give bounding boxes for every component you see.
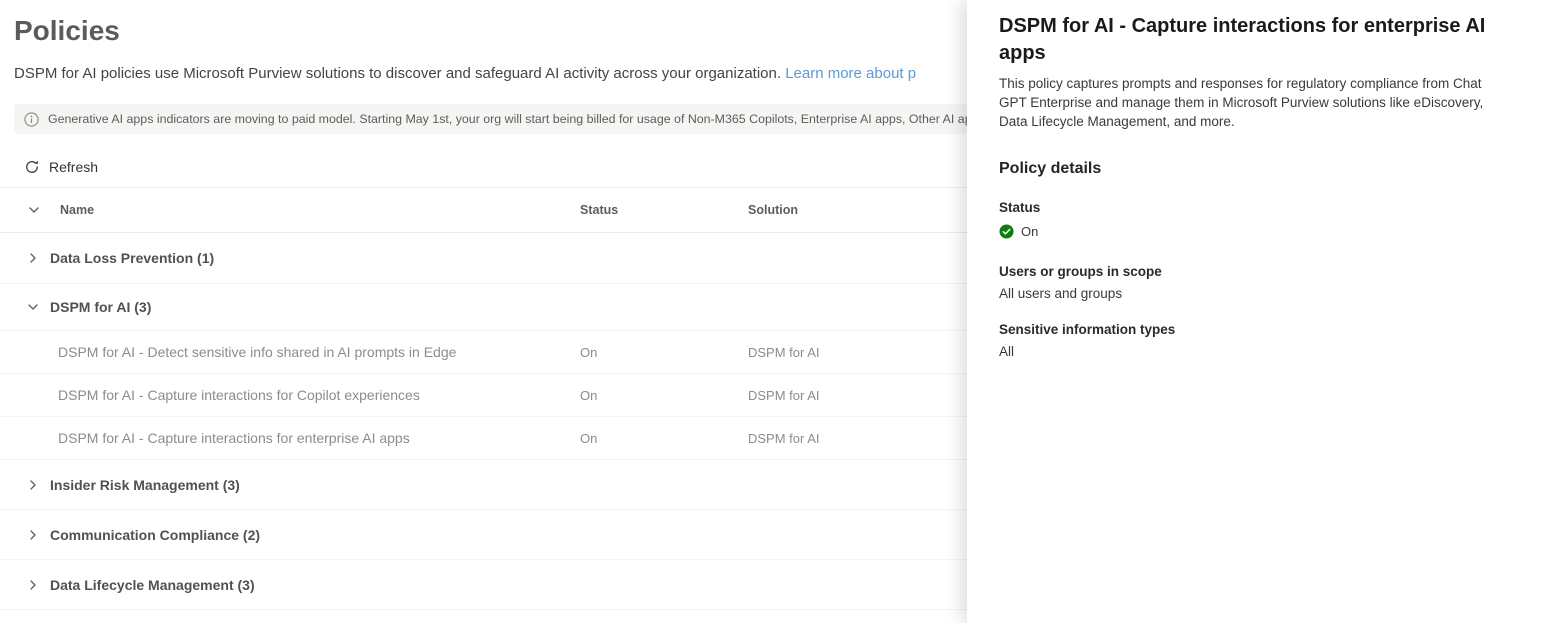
group-row-data-lifecycle-management[interactable]: Data Lifecycle Management (3) <box>0 560 967 610</box>
refresh-label: Refresh <box>49 159 99 175</box>
refresh-button[interactable]: Refresh <box>24 159 98 175</box>
policy-row-capture-enterprise-ai[interactable]: DSPM for AI - Capture interactions for e… <box>0 417 967 460</box>
policy-details-heading: Policy details <box>999 160 1102 177</box>
status-value: On <box>1021 224 1039 239</box>
status-label: Status <box>999 200 1041 215</box>
chevron-right-icon[interactable] <box>27 479 39 491</box>
chevron-down-icon[interactable] <box>28 204 40 216</box>
policy-solution: DSPM for AI <box>748 344 820 360</box>
group-row-dspm-for-ai[interactable]: DSPM for AI (3) <box>0 284 967 331</box>
group-label: Communication Compliance (2) <box>50 526 261 543</box>
policy-solution: DSPM for AI <box>748 430 820 446</box>
policies-page: Policies DSPM for AI policies use Micros… <box>0 0 1542 623</box>
panel-description: This policy captures prompts and respons… <box>999 76 1484 129</box>
policy-status: On <box>580 344 598 360</box>
sensitive-types-value: All <box>999 344 1015 359</box>
column-header-name[interactable]: Name <box>60 203 94 217</box>
policy-name: DSPM for AI - Capture interactions for e… <box>58 430 410 446</box>
group-row-insider-risk-management[interactable]: Insider Risk Management (3) <box>0 460 967 510</box>
column-header-status[interactable]: Status <box>580 203 618 217</box>
page-title: Policies <box>14 15 120 46</box>
policy-name: DSPM for AI - Detect sensitive info shar… <box>58 344 457 360</box>
policy-row-detect-sensitive-info[interactable]: DSPM for AI - Detect sensitive info shar… <box>0 331 967 374</box>
group-label: Data Loss Prevention (1) <box>50 250 215 266</box>
main-content: Policies DSPM for AI policies use Micros… <box>0 0 967 623</box>
users-scope-label: Users or groups in scope <box>999 264 1162 279</box>
policy-details-panel: DSPM for AI - Capture interactions for e… <box>967 0 1542 623</box>
chevron-right-icon[interactable] <box>27 252 39 264</box>
info-banner: Generative AI apps indicators are moving… <box>14 104 967 134</box>
banner-text: Generative AI apps indicators are moving… <box>48 112 967 126</box>
policy-status: On <box>580 430 598 446</box>
status-row: On <box>999 224 1506 239</box>
users-scope-value: All users and groups <box>999 286 1123 301</box>
group-label: DSPM for AI (3) <box>50 299 152 315</box>
check-circle-icon <box>999 224 1014 239</box>
sensitive-types-label: Sensitive information types <box>999 322 1176 337</box>
panel-title: DSPM for AI - Capture interactions for e… <box>999 15 1486 64</box>
policy-solution: DSPM for AI <box>748 387 820 403</box>
toolbar: Refresh <box>0 147 967 187</box>
group-label: Data Lifecycle Management (3) <box>50 576 255 593</box>
column-header-solution[interactable]: Solution <box>748 203 798 217</box>
group-row-data-loss-prevention[interactable]: Data Loss Prevention (1) <box>0 233 967 284</box>
group-row-communication-compliance[interactable]: Communication Compliance (2) <box>0 510 967 560</box>
page-description-text: DSPM for AI policies use Microsoft Purvi… <box>14 65 786 82</box>
chevron-down-icon[interactable] <box>27 301 39 313</box>
policy-row-capture-copilot[interactable]: DSPM for AI - Capture interactions for C… <box>0 374 967 417</box>
policy-status: On <box>580 387 598 403</box>
page-description: DSPM for AI policies use Microsoft Purvi… <box>14 65 967 82</box>
table-header: Name Status Solution <box>0 188 967 233</box>
refresh-icon <box>26 160 38 173</box>
chevron-right-icon[interactable] <box>27 579 39 591</box>
policy-name: DSPM for AI - Capture interactions for C… <box>58 387 420 403</box>
learn-more-link[interactable]: Learn more about p <box>785 65 916 82</box>
info-icon <box>24 111 39 127</box>
chevron-right-icon[interactable] <box>27 529 39 541</box>
group-label: Insider Risk Management (3) <box>50 476 240 493</box>
